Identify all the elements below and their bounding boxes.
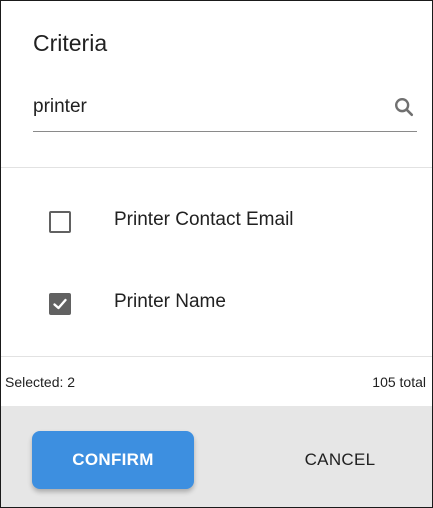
search-input[interactable] bbox=[33, 93, 373, 121]
dialog-footer: CONFIRM CANCEL bbox=[1, 406, 432, 507]
list-item-label: Printer Name bbox=[114, 291, 226, 312]
checkmark-icon bbox=[53, 298, 67, 310]
search-icon[interactable] bbox=[393, 96, 415, 118]
list-item-printer-name[interactable]: Printer Name bbox=[1, 273, 432, 333]
list-item-label: Printer Contact Email bbox=[114, 209, 294, 230]
list-item-printer-contact-email[interactable]: Printer Contact Email bbox=[1, 191, 432, 251]
checkbox-unchecked[interactable] bbox=[49, 211, 71, 233]
total-count: 105 total bbox=[372, 374, 426, 390]
cancel-button[interactable]: CANCEL bbox=[259, 431, 421, 489]
criteria-dialog: Criteria Printer Contact Email Printer N… bbox=[0, 0, 433, 508]
checkbox-checked[interactable] bbox=[49, 293, 71, 315]
selected-count: Selected: 2 bbox=[5, 374, 76, 390]
divider bbox=[1, 167, 432, 168]
confirm-button[interactable]: CONFIRM bbox=[32, 431, 194, 489]
dialog-title: Criteria bbox=[33, 30, 108, 56]
search-field bbox=[33, 85, 417, 132]
status-bar: Selected: 2 105 total bbox=[1, 357, 432, 407]
